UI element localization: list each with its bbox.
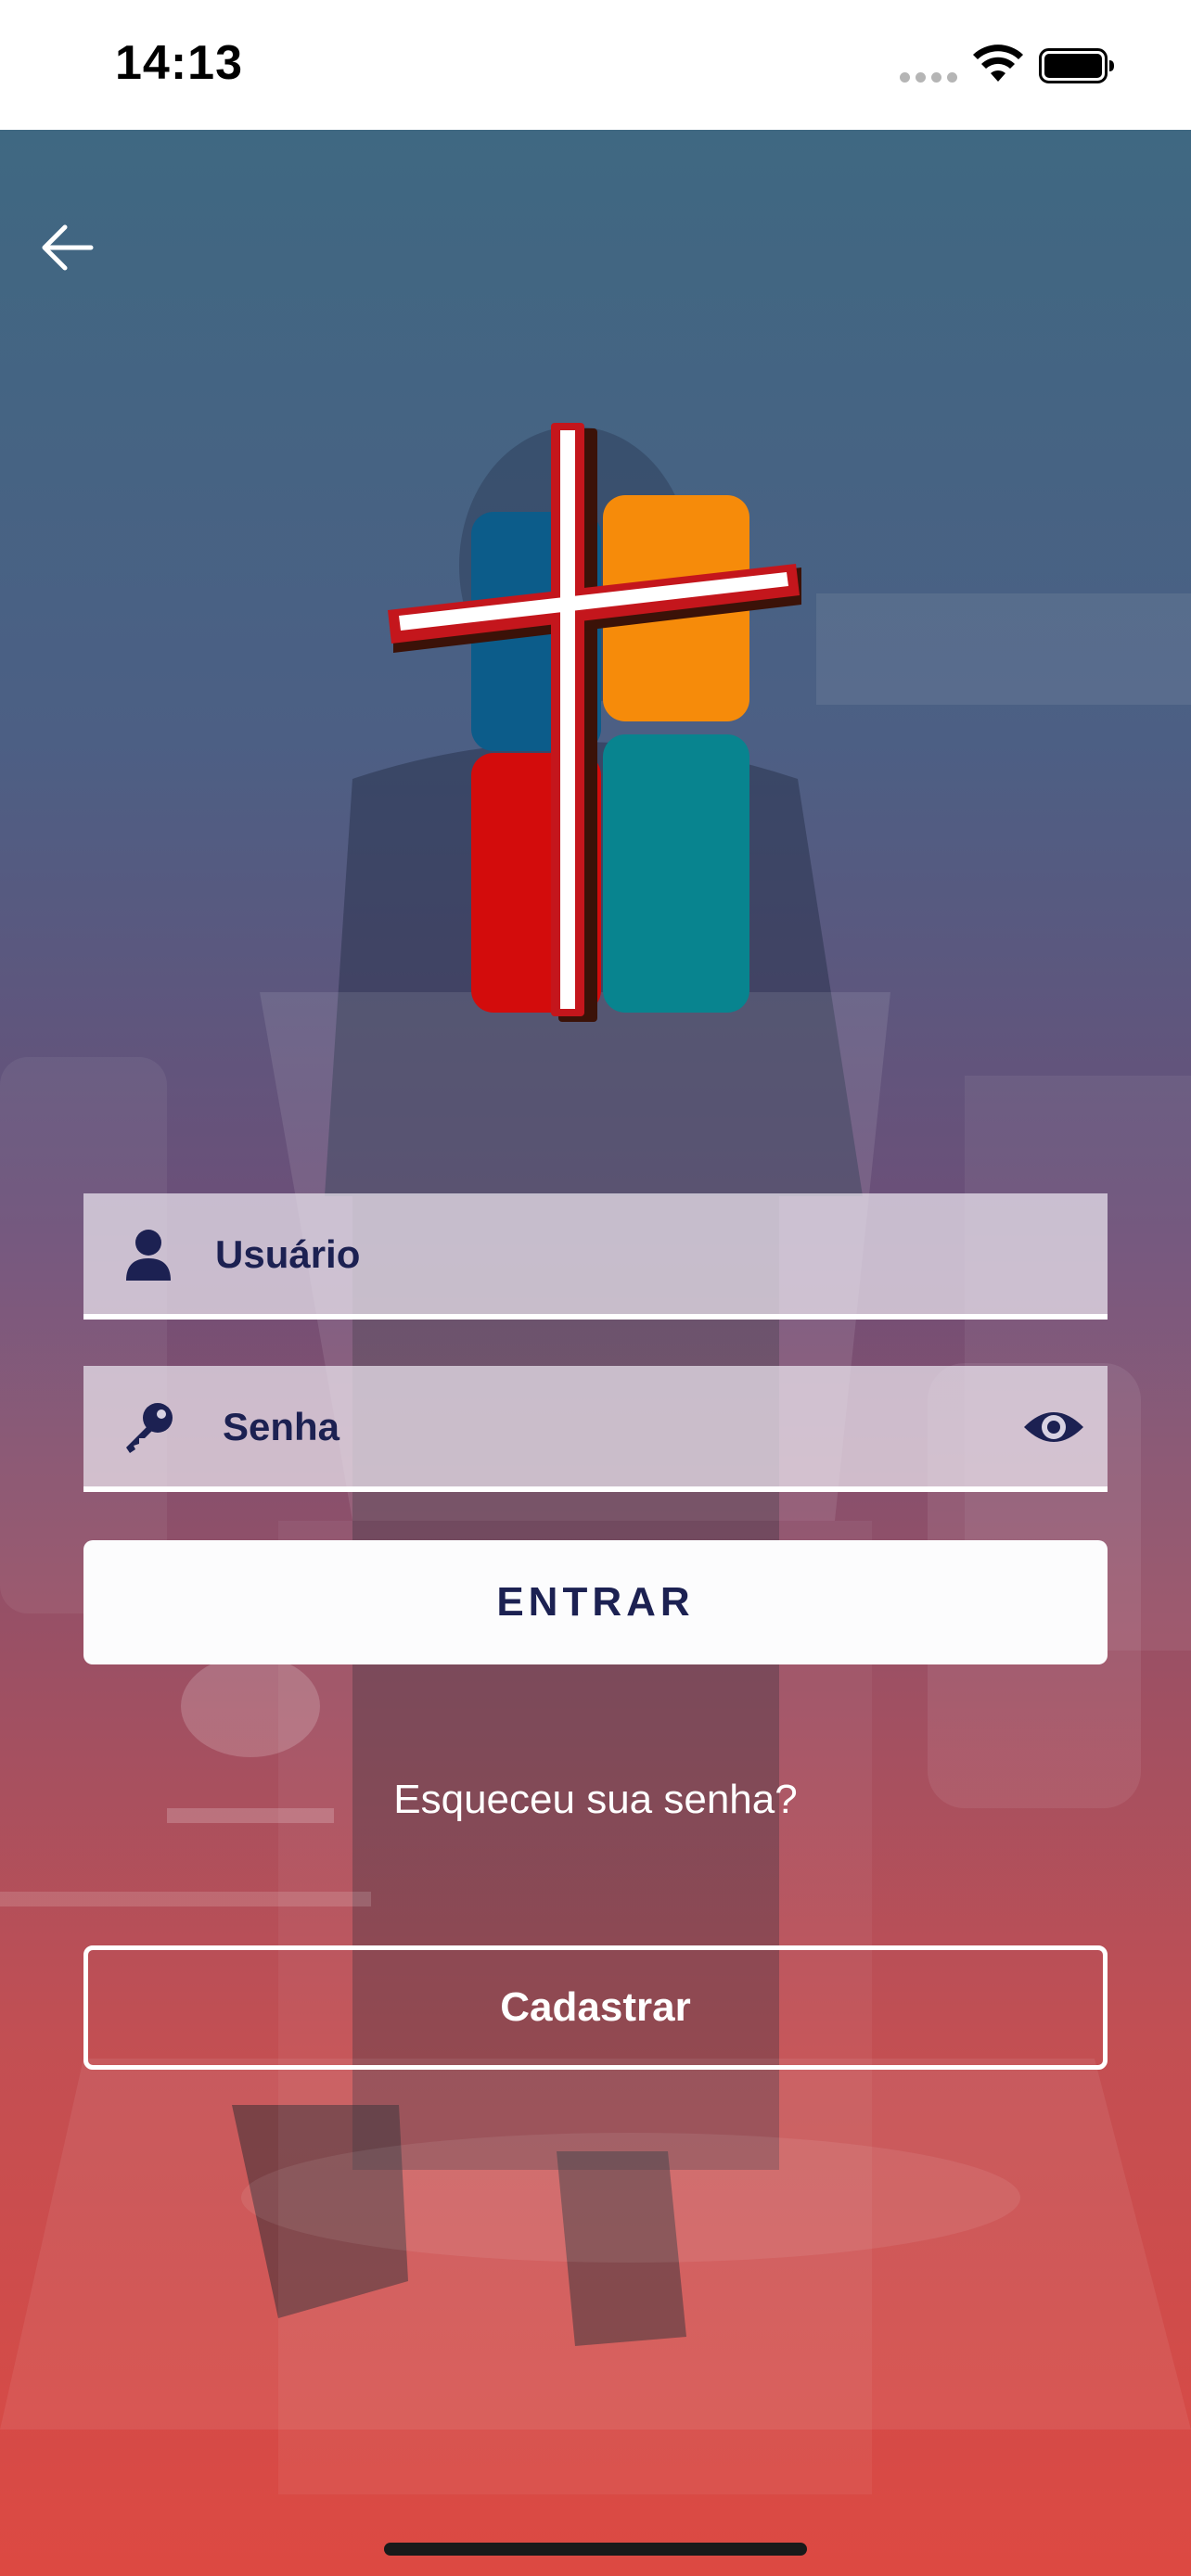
key-icon: [126, 1403, 173, 1453]
cellular-signal-icon: [900, 72, 957, 83]
enter-button[interactable]: ENTRAR: [83, 1540, 1108, 1664]
home-indicator: [384, 2543, 807, 2556]
battery-icon: [1039, 48, 1114, 83]
eye-icon[interactable]: [1022, 1401, 1085, 1453]
login-screen: 14:13 Usuário ENTRAR Esqueceu sua senha?…: [0, 0, 1191, 2576]
status-time: 14:13: [115, 36, 243, 90]
password-input[interactable]: [221, 1366, 985, 1488]
background: ENTRAR Esqueceu sua senha? Cadastrar: [0, 130, 1191, 2576]
church-logo: [388, 423, 801, 1022]
arrow-left-icon[interactable]: [37, 218, 96, 277]
register-button[interactable]: Cadastrar: [83, 1945, 1108, 2070]
username-input[interactable]: [213, 1193, 1052, 1316]
wifi-icon: [973, 45, 1023, 82]
password-field[interactable]: [83, 1366, 1108, 1492]
status-bar: 14:13: [0, 0, 1191, 130]
user-icon: [126, 1230, 171, 1281]
username-field[interactable]: [83, 1193, 1108, 1320]
forgot-password-link[interactable]: Esqueceu sua senha?: [0, 1777, 1191, 1823]
